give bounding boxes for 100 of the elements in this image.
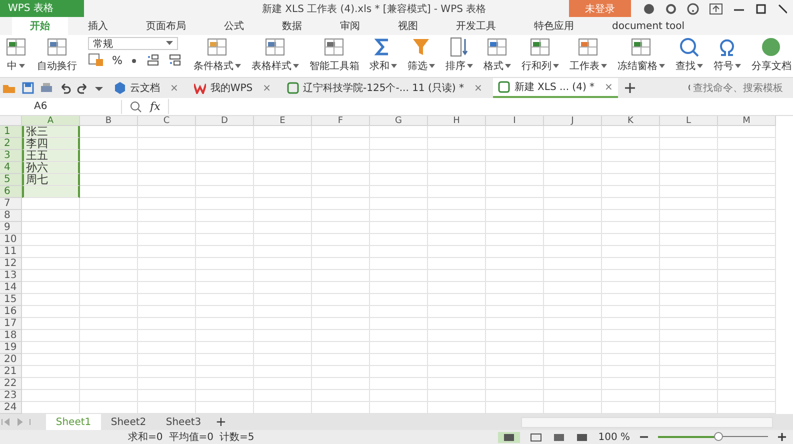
- cell[interactable]: 张三: [22, 126, 80, 138]
- row-header[interactable]: 18: [0, 330, 22, 342]
- row-header[interactable]: 1: [0, 126, 22, 138]
- increase-decimal-icon[interactable]: [146, 53, 160, 67]
- help-icon[interactable]: [687, 2, 699, 14]
- add-sheet-button[interactable]: +: [211, 414, 231, 430]
- ribbon-button[interactable]: 排序: [440, 37, 478, 73]
- column-header[interactable]: B: [80, 116, 138, 126]
- sheet-tab[interactable]: Sheet3: [156, 414, 211, 430]
- ribbon-button[interactable]: 中: [0, 37, 32, 73]
- number-format-dropdown[interactable]: 常规: [88, 37, 178, 50]
- ribbon-button[interactable]: 求和: [364, 37, 402, 73]
- row-header[interactable]: 23: [0, 390, 22, 402]
- cell[interactable]: 周七: [22, 174, 80, 186]
- cell[interactable]: 李四: [22, 138, 80, 150]
- column-header[interactable]: L: [660, 116, 718, 126]
- column-header[interactable]: J: [544, 116, 602, 126]
- column-header[interactable]: I: [486, 116, 544, 126]
- menu-tab[interactable]: 数据: [264, 17, 320, 35]
- column-header[interactable]: C: [138, 116, 196, 126]
- function-button[interactable]: fx: [150, 100, 160, 113]
- reading-mode-icon[interactable]: [575, 432, 590, 442]
- currency-icon[interactable]: [88, 53, 104, 67]
- row-header[interactable]: 4: [0, 162, 22, 174]
- row-header[interactable]: 22: [0, 378, 22, 390]
- row-header[interactable]: 14: [0, 282, 22, 294]
- cell[interactable]: [22, 186, 80, 198]
- row-header[interactable]: 21: [0, 366, 22, 378]
- menu-tab[interactable]: 插入: [70, 17, 126, 35]
- row-header[interactable]: 11: [0, 246, 22, 258]
- save-icon[interactable]: [22, 82, 34, 94]
- column-header[interactable]: A: [22, 116, 80, 126]
- open-folder-icon[interactable]: [2, 82, 16, 94]
- ribbon-button[interactable]: 智能工具箱: [304, 37, 364, 73]
- row-header[interactable]: 12: [0, 258, 22, 270]
- name-box[interactable]: A6: [0, 100, 122, 114]
- menu-tab[interactable]: 页面布局: [128, 17, 204, 35]
- ribbon-button[interactable]: 查找: [670, 37, 708, 73]
- close-tab-button[interactable]: ×: [170, 82, 178, 94]
- plus-icon[interactable]: [624, 82, 636, 94]
- ribbon-button[interactable]: 条件格式: [188, 37, 246, 73]
- column-header[interactable]: K: [602, 116, 660, 126]
- ribbon-button[interactable]: 工作表: [564, 37, 612, 73]
- menu-tab[interactable]: document tool: [594, 17, 703, 35]
- zoom-icon[interactable]: [130, 100, 142, 112]
- row-header[interactable]: 2: [0, 138, 22, 150]
- close-tab-button[interactable]: ×: [604, 82, 613, 92]
- row-header[interactable]: 24: [0, 402, 22, 414]
- row-header[interactable]: 7: [0, 198, 22, 210]
- row-header[interactable]: 5: [0, 174, 22, 186]
- column-header[interactable]: G: [370, 116, 428, 126]
- close-tab-button[interactable]: ×: [474, 82, 482, 94]
- column-header[interactable]: M: [718, 116, 776, 126]
- ribbon-button[interactable]: 行和列: [516, 37, 564, 73]
- menu-tab[interactable]: 公式: [206, 17, 262, 35]
- row-header[interactable]: 16: [0, 306, 22, 318]
- percent-button[interactable]: %: [112, 54, 122, 66]
- decrease-decimal-icon[interactable]: [168, 53, 182, 67]
- command-search-field[interactable]: 查找命令、搜索模板: [688, 82, 793, 94]
- menu-tab[interactable]: 特色应用: [516, 17, 592, 35]
- document-tab[interactable]: 云文档 ×: [109, 78, 184, 98]
- page-layout-icon[interactable]: [552, 432, 566, 442]
- print-icon[interactable]: [40, 82, 53, 94]
- row-header[interactable]: 6: [0, 186, 22, 198]
- column-header[interactable]: F: [312, 116, 370, 126]
- cell[interactable]: 王五: [22, 150, 80, 162]
- row-header[interactable]: 8: [0, 210, 22, 222]
- maximize-icon[interactable]: [755, 2, 767, 14]
- ribbon-button[interactable]: 表格样式: [246, 37, 304, 73]
- ribbon-button[interactable]: 分享文档: [746, 37, 793, 73]
- menu-tab[interactable]: 开发工具: [438, 17, 514, 35]
- zoom-slider[interactable]: [658, 432, 768, 442]
- row-header[interactable]: 19: [0, 342, 22, 354]
- close-tab-button[interactable]: ×: [262, 82, 272, 94]
- column-header[interactable]: D: [196, 116, 254, 126]
- menu-tab[interactable]: 视图: [380, 17, 436, 35]
- redo-icon[interactable]: [77, 82, 89, 94]
- row-header[interactable]: 9: [0, 222, 22, 234]
- ribbon-button[interactable]: 冻结窗格: [612, 37, 670, 73]
- document-tab[interactable]: 新建 XLS ... (4) * ×: [493, 78, 618, 98]
- normal-view-icon[interactable]: [498, 432, 520, 442]
- ribbon-button[interactable]: 符号: [708, 37, 746, 73]
- sheet-tab[interactable]: Sheet2: [101, 414, 156, 430]
- row-header[interactable]: 3: [0, 150, 22, 162]
- ribbon-button[interactable]: 格式: [478, 37, 516, 73]
- row-header[interactable]: 15: [0, 294, 22, 306]
- ribbon-button[interactable]: 筛选: [402, 37, 440, 73]
- column-header[interactable]: H: [428, 116, 486, 126]
- page-break-view-icon[interactable]: [529, 432, 544, 442]
- horizontal-scrollbar[interactable]: [521, 416, 773, 428]
- document-tab[interactable]: 我的WPS ×: [189, 78, 276, 98]
- menu-tab[interactable]: 审阅: [322, 17, 378, 35]
- cell[interactable]: 孙六: [22, 162, 80, 174]
- menu-tab[interactable]: 开始: [12, 17, 68, 35]
- row-header[interactable]: 10: [0, 234, 22, 246]
- document-tab[interactable]: 辽宁科技学院-125个-... 11 (只读) * ×: [282, 78, 488, 98]
- row-header[interactable]: 20: [0, 354, 22, 366]
- zoom-in-icon[interactable]: [777, 432, 787, 442]
- row-header[interactable]: 17: [0, 318, 22, 330]
- app-logo[interactable]: WPS 表格: [0, 0, 84, 17]
